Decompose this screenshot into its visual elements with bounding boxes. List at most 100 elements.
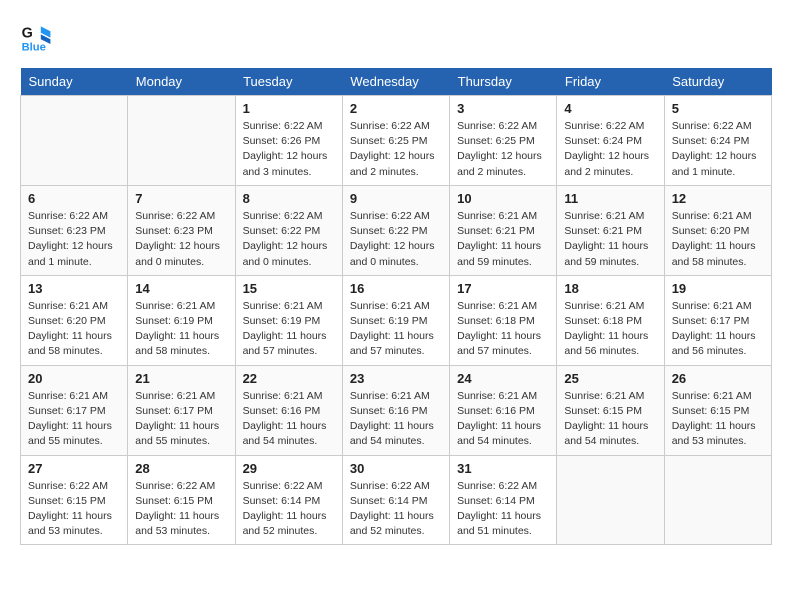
- calendar-cell: 23 Sunrise: 6:21 AM Sunset: 6:16 PM Dayli…: [342, 365, 449, 455]
- calendar-week-1: 1 Sunrise: 6:22 AM Sunset: 6:26 PM Daylig…: [21, 96, 772, 186]
- day-info: Sunrise: 6:22 AM Sunset: 6:15 PM Dayligh…: [135, 479, 227, 540]
- day-number: 30: [350, 461, 442, 476]
- day-number: 17: [457, 281, 549, 296]
- calendar-cell: 18Sunrise: 6:21 AM Sunset: 6:18 PM Dayli…: [557, 275, 664, 365]
- calendar-cell: 6 Sunrise: 6:22 AM Sunset: 6:23 PM Daylig…: [21, 185, 128, 275]
- calendar-cell: 7 Sunrise: 6:22 AM Sunset: 6:23 PM Daylig…: [128, 185, 235, 275]
- calendar-cell: 8Sunrise: 6:22 AM Sunset: 6:22 PM Daylig…: [235, 185, 342, 275]
- day-info: Sunrise: 6:22 AM Sunset: 6:23 PM Dayligh…: [28, 209, 120, 270]
- day-info: Sunrise: 6:21 AM Sunset: 6:17 PM Dayligh…: [28, 389, 120, 450]
- day-number: 31: [457, 461, 549, 476]
- day-info: Sunrise: 6:21 AM Sunset: 6:19 PM Dayligh…: [350, 299, 442, 360]
- day-number: 1: [243, 101, 335, 116]
- calendar-week-2: 6 Sunrise: 6:22 AM Sunset: 6:23 PM Daylig…: [21, 185, 772, 275]
- weekday-header-friday: Friday: [557, 68, 664, 96]
- calendar-cell: 9Sunrise: 6:22 AM Sunset: 6:22 PM Daylig…: [342, 185, 449, 275]
- svg-text:Blue: Blue: [22, 41, 46, 52]
- calendar-cell: 29 Sunrise: 6:22 AM Sunset: 6:14 PM Dayli…: [235, 455, 342, 545]
- day-number: 28: [135, 461, 227, 476]
- logo-icon: G Blue: [20, 20, 52, 52]
- calendar-cell: 15Sunrise: 6:21 AM Sunset: 6:19 PM Dayli…: [235, 275, 342, 365]
- calendar-cell: 14 Sunrise: 6:21 AM Sunset: 6:19 PM Dayli…: [128, 275, 235, 365]
- day-info: Sunrise: 6:22 AM Sunset: 6:22 PM Dayligh…: [243, 209, 335, 270]
- calendar-cell: 24 Sunrise: 6:21 AM Sunset: 6:16 PM Dayli…: [450, 365, 557, 455]
- weekday-header-monday: Monday: [128, 68, 235, 96]
- day-info: Sunrise: 6:22 AM Sunset: 6:14 PM Dayligh…: [243, 479, 335, 540]
- day-info: Sunrise: 6:21 AM Sunset: 6:15 PM Dayligh…: [564, 389, 656, 450]
- day-info: Sunrise: 6:22 AM Sunset: 6:25 PM Dayligh…: [350, 119, 442, 180]
- calendar-cell: 22Sunrise: 6:21 AM Sunset: 6:16 PM Dayli…: [235, 365, 342, 455]
- weekday-header-sunday: Sunday: [21, 68, 128, 96]
- day-number: 26: [672, 371, 764, 386]
- calendar-cell: [664, 455, 771, 545]
- day-info: Sunrise: 6:21 AM Sunset: 6:21 PM Dayligh…: [564, 209, 656, 270]
- calendar-cell: 19 Sunrise: 6:21 AM Sunset: 6:17 PM Dayli…: [664, 275, 771, 365]
- day-number: 19: [672, 281, 764, 296]
- day-number: 23: [350, 371, 442, 386]
- calendar-cell: 20Sunrise: 6:21 AM Sunset: 6:17 PM Dayli…: [21, 365, 128, 455]
- day-info: Sunrise: 6:21 AM Sunset: 6:17 PM Dayligh…: [672, 299, 764, 360]
- day-info: Sunrise: 6:21 AM Sunset: 6:19 PM Dayligh…: [135, 299, 227, 360]
- day-info: Sunrise: 6:21 AM Sunset: 6:15 PM Dayligh…: [672, 389, 764, 450]
- day-info: Sunrise: 6:22 AM Sunset: 6:25 PM Dayligh…: [457, 119, 549, 180]
- day-info: Sunrise: 6:21 AM Sunset: 6:16 PM Dayligh…: [243, 389, 335, 450]
- calendar-week-5: 27 Sunrise: 6:22 AM Sunset: 6:15 PM Dayli…: [21, 455, 772, 545]
- logo: G Blue: [20, 20, 56, 52]
- day-info: Sunrise: 6:22 AM Sunset: 6:15 PM Dayligh…: [28, 479, 120, 540]
- day-info: Sunrise: 6:22 AM Sunset: 6:26 PM Dayligh…: [243, 119, 335, 180]
- calendar-cell: 17 Sunrise: 6:21 AM Sunset: 6:18 PM Dayli…: [450, 275, 557, 365]
- calendar-week-3: 13 Sunrise: 6:21 AM Sunset: 6:20 PM Dayli…: [21, 275, 772, 365]
- day-info: Sunrise: 6:22 AM Sunset: 6:14 PM Dayligh…: [350, 479, 442, 540]
- weekday-header-wednesday: Wednesday: [342, 68, 449, 96]
- day-number: 6: [28, 191, 120, 206]
- day-number: 21: [135, 371, 227, 386]
- weekday-header-row: SundayMondayTuesdayWednesdayThursdayFrid…: [21, 68, 772, 96]
- calendar-cell: 12Sunrise: 6:21 AM Sunset: 6:20 PM Dayli…: [664, 185, 771, 275]
- day-info: Sunrise: 6:21 AM Sunset: 6:16 PM Dayligh…: [350, 389, 442, 450]
- day-info: Sunrise: 6:21 AM Sunset: 6:18 PM Dayligh…: [457, 299, 549, 360]
- calendar-cell: 21Sunrise: 6:21 AM Sunset: 6:17 PM Dayli…: [128, 365, 235, 455]
- calendar-cell: 1 Sunrise: 6:22 AM Sunset: 6:26 PM Daylig…: [235, 96, 342, 186]
- day-info: Sunrise: 6:21 AM Sunset: 6:20 PM Dayligh…: [28, 299, 120, 360]
- calendar-cell: 4 Sunrise: 6:22 AM Sunset: 6:24 PM Daylig…: [557, 96, 664, 186]
- day-number: 9: [350, 191, 442, 206]
- day-number: 15: [243, 281, 335, 296]
- day-number: 25: [564, 371, 656, 386]
- day-number: 5: [672, 101, 764, 116]
- svg-text:G: G: [22, 26, 33, 42]
- calendar-cell: 3Sunrise: 6:22 AM Sunset: 6:25 PM Daylig…: [450, 96, 557, 186]
- day-number: 14: [135, 281, 227, 296]
- day-info: Sunrise: 6:22 AM Sunset: 6:23 PM Dayligh…: [135, 209, 227, 270]
- weekday-header-thursday: Thursday: [450, 68, 557, 96]
- day-number: 27: [28, 461, 120, 476]
- day-number: 12: [672, 191, 764, 206]
- day-number: 7: [135, 191, 227, 206]
- calendar-cell: [128, 96, 235, 186]
- day-info: Sunrise: 6:21 AM Sunset: 6:21 PM Dayligh…: [457, 209, 549, 270]
- calendar-cell: [557, 455, 664, 545]
- calendar-cell: 10Sunrise: 6:21 AM Sunset: 6:21 PM Dayli…: [450, 185, 557, 275]
- calendar-cell: 16Sunrise: 6:21 AM Sunset: 6:19 PM Dayli…: [342, 275, 449, 365]
- day-number: 13: [28, 281, 120, 296]
- day-info: Sunrise: 6:22 AM Sunset: 6:24 PM Dayligh…: [564, 119, 656, 180]
- day-number: 4: [564, 101, 656, 116]
- day-info: Sunrise: 6:21 AM Sunset: 6:18 PM Dayligh…: [564, 299, 656, 360]
- calendar-cell: 28 Sunrise: 6:22 AM Sunset: 6:15 PM Dayli…: [128, 455, 235, 545]
- weekday-header-saturday: Saturday: [664, 68, 771, 96]
- calendar-cell: 2 Sunrise: 6:22 AM Sunset: 6:25 PM Daylig…: [342, 96, 449, 186]
- calendar-cell: 26 Sunrise: 6:21 AM Sunset: 6:15 PM Dayli…: [664, 365, 771, 455]
- calendar-cell: 30 Sunrise: 6:22 AM Sunset: 6:14 PM Dayli…: [342, 455, 449, 545]
- calendar-cell: 25 Sunrise: 6:21 AM Sunset: 6:15 PM Dayli…: [557, 365, 664, 455]
- day-number: 2: [350, 101, 442, 116]
- day-info: Sunrise: 6:22 AM Sunset: 6:24 PM Dayligh…: [672, 119, 764, 180]
- calendar-cell: 5 Sunrise: 6:22 AM Sunset: 6:24 PM Daylig…: [664, 96, 771, 186]
- calendar-cell: 11 Sunrise: 6:21 AM Sunset: 6:21 PM Dayli…: [557, 185, 664, 275]
- day-number: 11: [564, 191, 656, 206]
- calendar-cell: [21, 96, 128, 186]
- day-number: 29: [243, 461, 335, 476]
- day-number: 24: [457, 371, 549, 386]
- day-info: Sunrise: 6:22 AM Sunset: 6:14 PM Dayligh…: [457, 479, 549, 540]
- day-info: Sunrise: 6:21 AM Sunset: 6:16 PM Dayligh…: [457, 389, 549, 450]
- calendar-cell: 13 Sunrise: 6:21 AM Sunset: 6:20 PM Dayli…: [21, 275, 128, 365]
- calendar-cell: 31 Sunrise: 6:22 AM Sunset: 6:14 PM Dayli…: [450, 455, 557, 545]
